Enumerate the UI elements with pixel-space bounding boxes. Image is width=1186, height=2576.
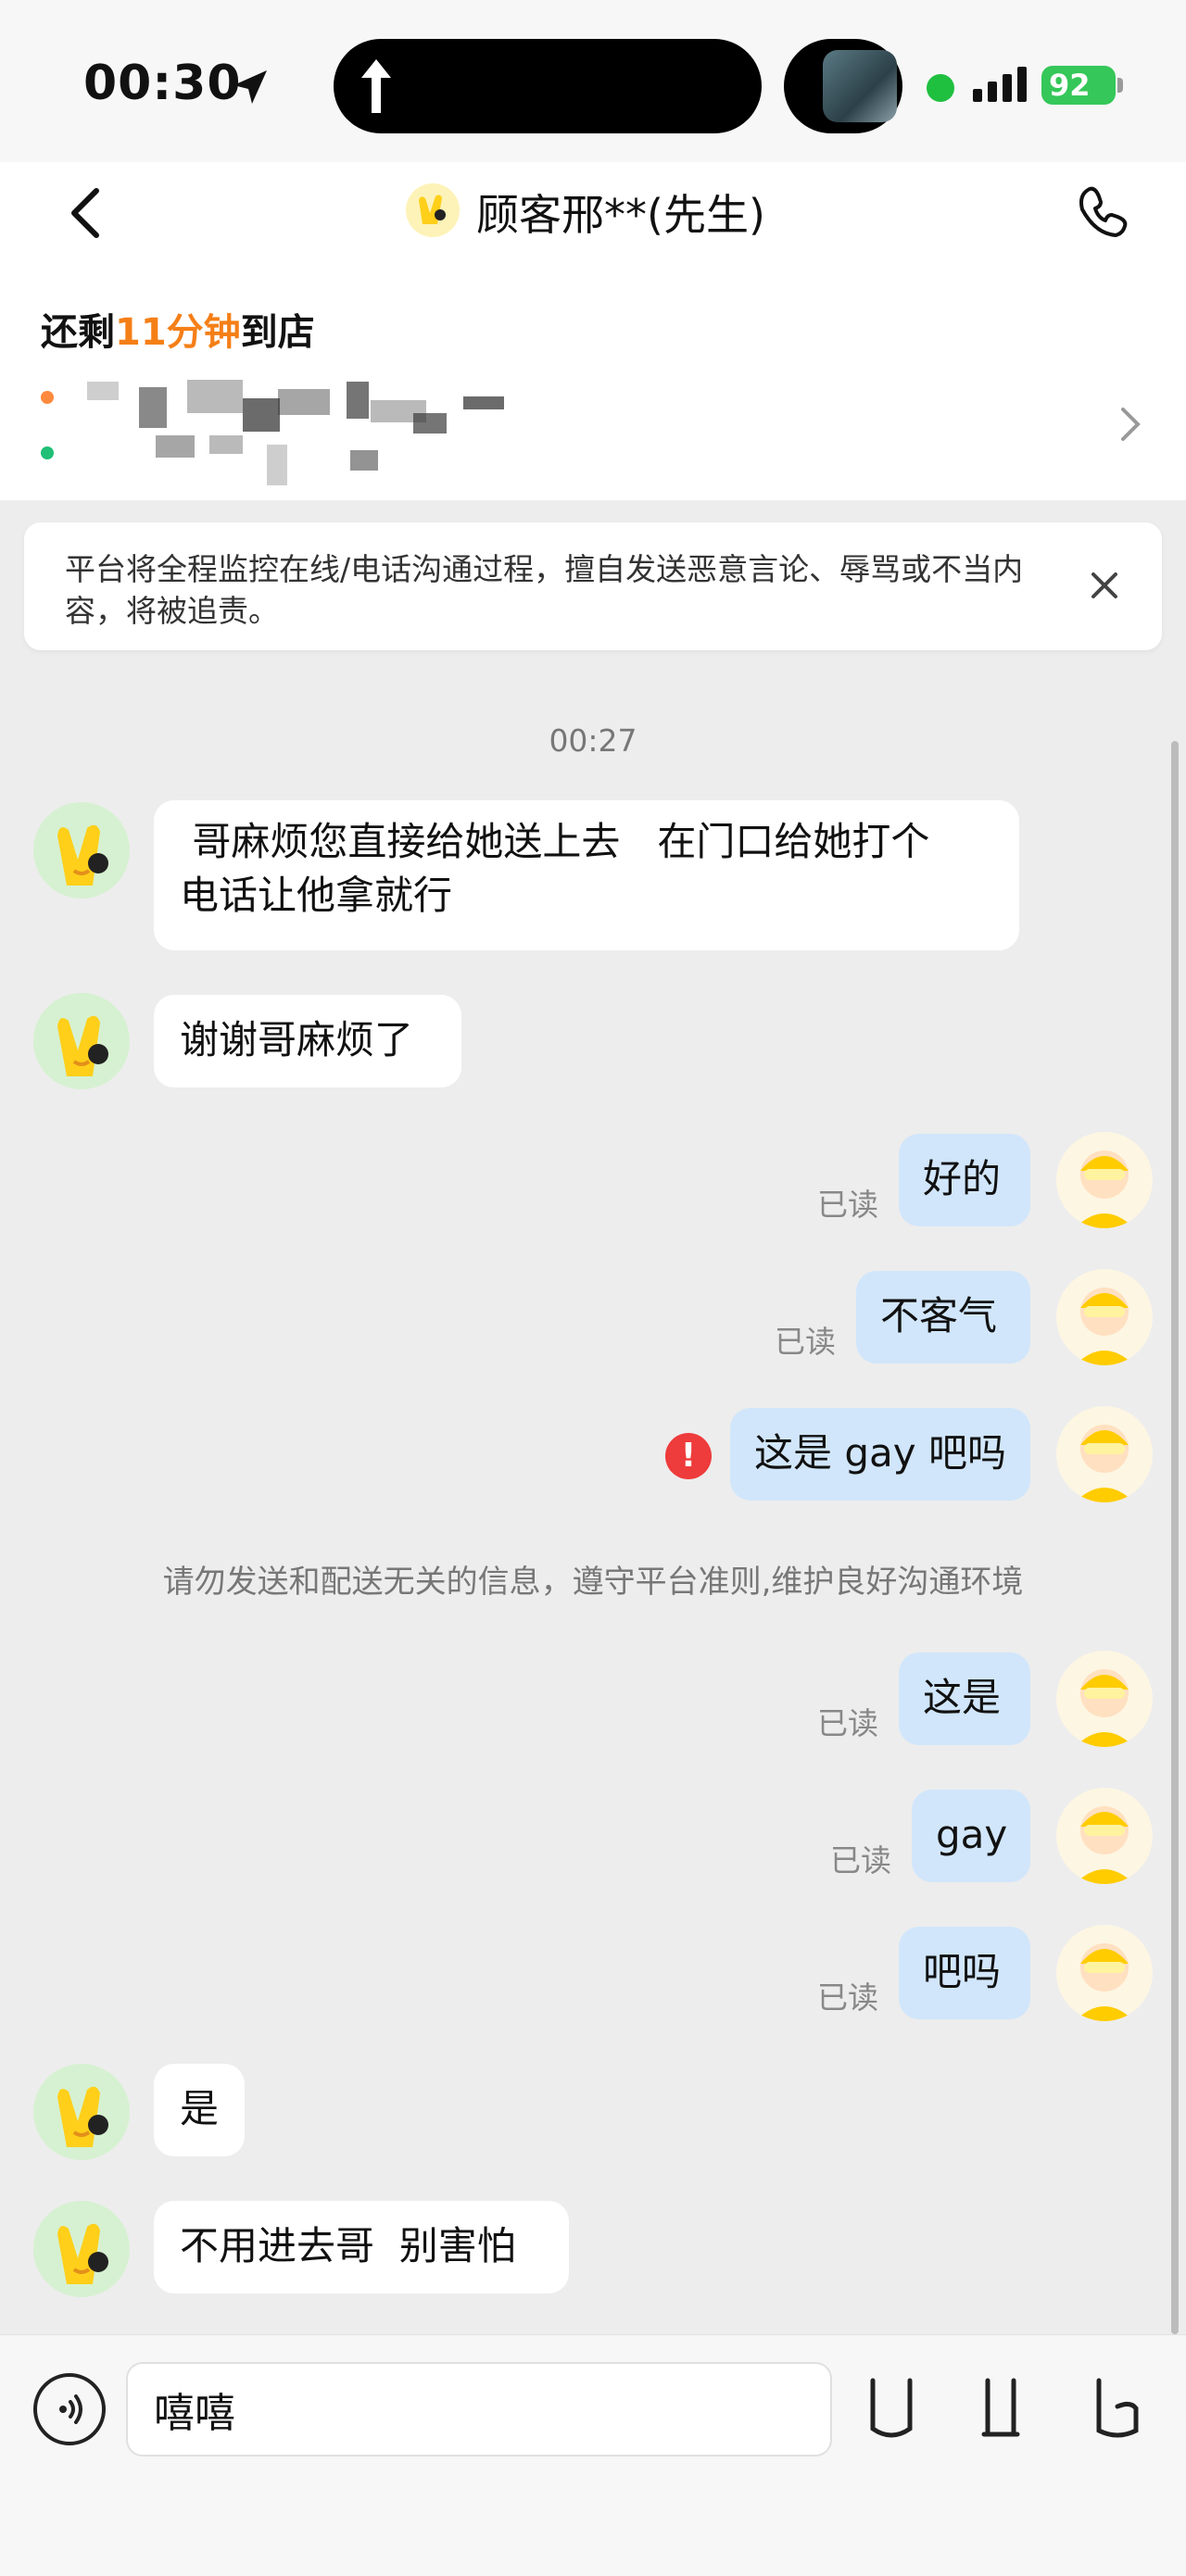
- voice-wave-icon: [59, 2394, 82, 2424]
- upload-arrow-icon: [361, 59, 391, 113]
- pickup-dot: [41, 391, 54, 404]
- read-status: 已读: [817, 1979, 878, 2016]
- rider-avatar[interactable]: [1056, 1132, 1153, 1228]
- message-bubble-incoming[interactable]: 哥麻烦您直接给她送上去 在门口给她打个 电话让他拿就行: [154, 800, 1019, 950]
- emoji-icon[interactable]: [864, 2373, 919, 2445]
- customer-avatar[interactable]: [33, 2064, 130, 2160]
- message-bubble-outgoing[interactable]: gay: [912, 1790, 1030, 1882]
- read-status: 已读: [775, 1324, 836, 1360]
- chevron-left-icon[interactable]: [65, 185, 106, 241]
- read-status: 已读: [817, 1705, 878, 1741]
- dynamic-island[interactable]: [334, 39, 762, 133]
- rider-avatar[interactable]: [1056, 1925, 1153, 2021]
- media-thumbnail-icon: [823, 50, 897, 122]
- chat-scrollbar[interactable]: [1171, 741, 1179, 2334]
- phone-icon[interactable]: [1075, 183, 1130, 239]
- close-icon[interactable]: [1090, 571, 1119, 600]
- read-status: 已读: [817, 1187, 878, 1223]
- rider-avatar[interactable]: [1056, 1788, 1153, 1884]
- message-bubble-incoming[interactable]: 谢谢哥麻烦了: [154, 995, 461, 1087]
- message-bubble-outgoing[interactable]: 这是: [899, 1652, 1030, 1745]
- customer-avatar-small: [406, 183, 460, 237]
- location-arrow-icon: [233, 70, 267, 104]
- rider-avatar[interactable]: [1056, 1269, 1153, 1365]
- rider-avatar[interactable]: [1056, 1651, 1153, 1747]
- send-failed-icon[interactable]: !: [665, 1433, 712, 1479]
- message-bubble-outgoing[interactable]: 吧吗: [899, 1927, 1030, 2019]
- chat-timestamp: 00:27: [549, 723, 637, 759]
- message-bubble-outgoing-failed[interactable]: 这是 gay 吧吗: [730, 1408, 1030, 1501]
- eta-suffix: 到店: [240, 311, 315, 354]
- dropoff-dot: [41, 446, 54, 459]
- eta-prefix: 还剩: [41, 311, 115, 354]
- battery-indicator: 92: [1041, 66, 1116, 105]
- notice-text: 平台将全程监控在线/电话沟通过程，擅自发送恶意言论、辱骂或不当内容，将被追责。: [65, 551, 1024, 629]
- read-status: 已读: [830, 1842, 891, 1879]
- battery-nub: [1117, 78, 1123, 93]
- quick-reply-icon[interactable]: [975, 2373, 1030, 2445]
- page-title: 顾客邢**(先生): [476, 190, 765, 240]
- chevron-right-icon[interactable]: [1117, 406, 1143, 443]
- rider-avatar[interactable]: [1056, 1406, 1153, 1502]
- camera-indicator-icon: [927, 74, 954, 102]
- voice-input-button[interactable]: [33, 2373, 106, 2445]
- customer-avatar[interactable]: [33, 993, 130, 1089]
- add-icon[interactable]: [1090, 2373, 1145, 2445]
- message-bubble-outgoing[interactable]: 不客气: [856, 1271, 1030, 1363]
- message-bubble-incoming[interactable]: 不用进去哥 别害怕: [154, 2201, 569, 2293]
- signal-icon: [973, 67, 1027, 102]
- eta-minutes: 11分钟: [115, 311, 241, 354]
- system-tip: 请勿发送和配送无关的信息，遵守平台准则,维护良好沟通环境: [162, 1564, 1024, 1601]
- eta-text: 还剩11分钟到店: [41, 302, 315, 356]
- message-bubble-incoming[interactable]: 是: [154, 2064, 245, 2156]
- customer-avatar[interactable]: [33, 2201, 130, 2297]
- message-input[interactable]: [126, 2362, 832, 2457]
- message-bubble-outgoing[interactable]: 好的: [899, 1134, 1030, 1226]
- customer-avatar[interactable]: [33, 802, 130, 898]
- home-indicator-area: [0, 2482, 1186, 2576]
- status-time: 00:30: [83, 56, 242, 111]
